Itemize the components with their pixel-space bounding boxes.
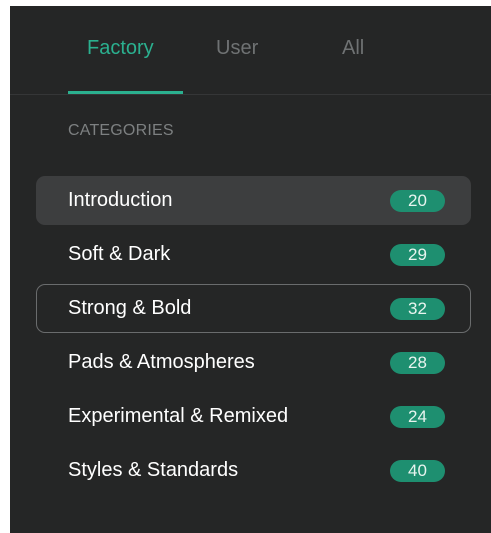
tab-user[interactable]: User: [216, 33, 258, 63]
category-label: Introduction: [68, 189, 173, 211]
category-item-introduction[interactable]: Introduction 20: [36, 176, 471, 225]
category-label: Soft & Dark: [68, 243, 171, 265]
count-badge: 24: [390, 406, 445, 428]
count-badge: 28: [390, 352, 445, 374]
category-label: Pads & Atmospheres: [68, 351, 255, 373]
category-item-pads-atmospheres[interactable]: Pads & Atmospheres 28: [36, 338, 471, 387]
count-badge: 20: [390, 190, 445, 212]
category-label: Experimental & Remixed: [68, 405, 289, 427]
category-label: Styles & Standards: [68, 459, 239, 481]
section-label-categories: CATEGORIES: [68, 122, 174, 139]
active-tab-indicator: [68, 91, 183, 94]
category-item-styles-standards[interactable]: Styles & Standards 40: [36, 446, 471, 495]
category-item-strong-bold[interactable]: Strong & Bold 32: [36, 284, 471, 333]
category-item-soft-dark[interactable]: Soft & Dark 29: [36, 230, 471, 279]
count-badge: 40: [390, 460, 445, 482]
count-badge: 29: [390, 244, 445, 266]
category-browser-panel: Factory User All CATEGORIES Introduction…: [10, 6, 491, 533]
tab-bar: Factory User All: [10, 6, 491, 95]
category-item-experimental-remixed[interactable]: Experimental & Remixed 24: [36, 392, 471, 441]
tab-all[interactable]: All: [342, 33, 364, 63]
category-label: Strong & Bold: [68, 297, 192, 319]
count-badge: 32: [390, 298, 445, 320]
tab-factory[interactable]: Factory: [87, 33, 154, 63]
